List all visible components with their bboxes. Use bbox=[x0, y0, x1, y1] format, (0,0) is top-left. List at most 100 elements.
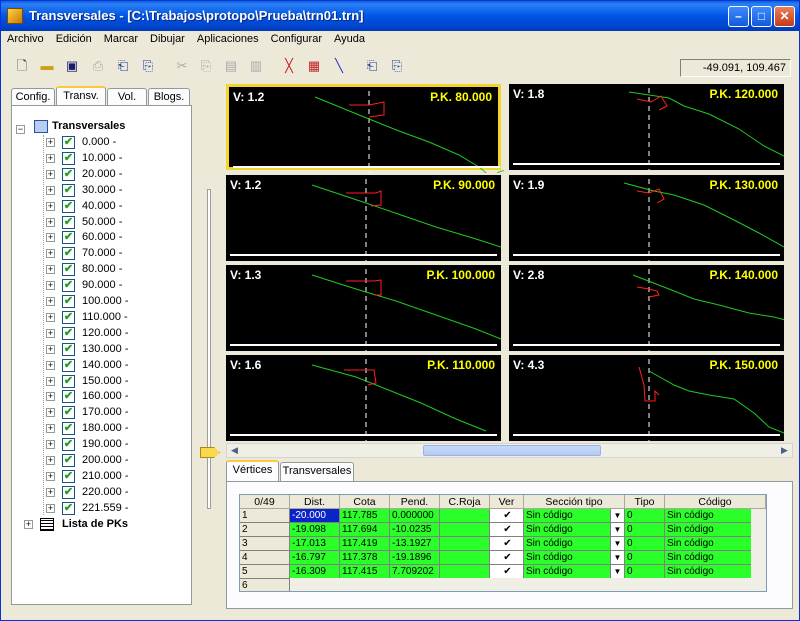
scroll-left-icon[interactable]: ◀ bbox=[227, 444, 242, 457]
row-number[interactable]: 3 bbox=[240, 537, 290, 551]
checkbox[interactable]: ✔ bbox=[62, 438, 75, 452]
expand-icon[interactable]: + bbox=[46, 424, 55, 434]
checkbox[interactable]: ✔ bbox=[62, 263, 75, 277]
grid-cell-tipo[interactable]: 0 bbox=[625, 509, 665, 523]
grid-cell-ver[interactable]: ✔ bbox=[490, 509, 524, 523]
chevron-down-icon[interactable]: ▼ bbox=[610, 509, 624, 522]
checkbox[interactable]: ✔ bbox=[62, 469, 75, 483]
checkbox[interactable]: ✔ bbox=[62, 279, 75, 293]
grid-cell-ver[interactable]: ✔ bbox=[490, 537, 524, 551]
grid-cell-croja[interactable] bbox=[440, 523, 490, 537]
collapse-icon[interactable]: − bbox=[16, 125, 25, 134]
grid-cell-tipo[interactable]: 0 bbox=[625, 537, 665, 551]
tree-item[interactable]: + ✔ 180.000 - bbox=[46, 421, 186, 437]
grid-cell-seccion[interactable]: Sin código ▼ bbox=[524, 537, 625, 551]
tree-item[interactable]: + ✔ 90.000 - bbox=[46, 278, 186, 294]
expand-icon[interactable]: + bbox=[46, 169, 55, 179]
tree-item[interactable]: + ✔ 80.000 - bbox=[46, 262, 186, 278]
tree-item[interactable]: + ✔ 200.000 - bbox=[46, 453, 186, 469]
grid-cell-ver[interactable]: ✔ bbox=[490, 565, 524, 579]
grid-cell-dist[interactable]: -16.797 bbox=[290, 551, 340, 565]
cross-section-plot[interactable]: V: 1.2 P.K. 80.000 bbox=[226, 84, 504, 173]
copy-icon[interactable]: ⎘ bbox=[197, 57, 215, 75]
checkbox[interactable]: ✔ bbox=[62, 454, 75, 467]
tree-item[interactable]: + ✔ 190.000 - bbox=[46, 437, 186, 453]
checkbox[interactable]: ✔ bbox=[62, 310, 75, 324]
menu-dibujar[interactable]: Dibujar bbox=[144, 31, 191, 47]
grid-cell-tipo[interactable]: 0 bbox=[625, 523, 665, 537]
tree-item[interactable]: + ✔ 170.000 - bbox=[46, 405, 186, 421]
tree-item[interactable]: + ✔ 140.000 - bbox=[46, 358, 186, 374]
page-prev-icon[interactable]: ⎗ bbox=[363, 57, 381, 75]
menu-ayuda[interactable]: Ayuda bbox=[328, 31, 371, 47]
chevron-down-icon[interactable]: ▼ bbox=[610, 523, 624, 536]
grid-cell-pend[interactable]: -19.1896 bbox=[390, 551, 440, 565]
grid-cell-dist[interactable]: -20.000 bbox=[290, 509, 340, 523]
row-number[interactable]: 2 bbox=[240, 523, 290, 537]
measure-icon[interactable]: ╲ bbox=[330, 57, 348, 75]
checkbox[interactable]: ✔ bbox=[62, 422, 75, 436]
row-number[interactable]: 1 bbox=[240, 509, 290, 523]
tree-item[interactable]: + ✔ 221.559 - bbox=[46, 501, 186, 517]
tab-vol[interactable]: Vol. bbox=[107, 88, 147, 106]
expand-icon[interactable]: + bbox=[46, 440, 55, 450]
grid-cell-tipo[interactable]: 0 bbox=[625, 551, 665, 565]
checkbox[interactable]: ✔ bbox=[62, 183, 75, 197]
checkbox[interactable]: ✔ bbox=[62, 358, 75, 372]
menu-marcar[interactable]: Marcar bbox=[98, 31, 144, 47]
checkbox[interactable]: ✔ bbox=[62, 501, 75, 515]
title-bar[interactable]: Transversales - [C:\Trabajos\protopo\Pru… bbox=[1, 1, 799, 31]
checkbox[interactable]: ✔ bbox=[62, 390, 75, 404]
tab-transv[interactable]: Transv. bbox=[56, 86, 106, 107]
tree-item[interactable]: + ✔ 100.000 - bbox=[46, 294, 186, 310]
expand-icon[interactable]: + bbox=[46, 233, 55, 243]
expand-icon[interactable]: + bbox=[46, 376, 55, 386]
grid-cell-cota[interactable]: 117.415 bbox=[340, 565, 390, 579]
column-header[interactable]: Tipo bbox=[625, 495, 665, 509]
grid-cell-seccion[interactable]: Sin código ▼ bbox=[524, 551, 625, 565]
expand-icon[interactable]: + bbox=[46, 249, 55, 259]
tree-root[interactable]: Transversales bbox=[30, 119, 190, 135]
cross-section-plot[interactable]: V: 4.3 P.K. 150.000 bbox=[509, 355, 784, 441]
expand-icon[interactable]: + bbox=[46, 217, 55, 227]
tree-item[interactable]: + ✔ 70.000 - bbox=[46, 246, 186, 262]
tab-config[interactable]: Config. bbox=[11, 88, 55, 106]
menu-aplicaciones[interactable]: Aplicaciones bbox=[191, 31, 265, 47]
grid-cell-seccion[interactable]: Sin código ▼ bbox=[524, 523, 625, 537]
scroll-right-icon[interactable]: ▶ bbox=[777, 444, 792, 457]
tree-pk-list[interactable]: + Lista de PKs bbox=[24, 517, 184, 533]
vertical-scale-slider[interactable] bbox=[200, 183, 222, 513]
tree-item[interactable]: + ✔ 120.000 - bbox=[46, 326, 186, 342]
slider-thumb[interactable] bbox=[200, 447, 220, 458]
column-header[interactable]: Sección tipo bbox=[524, 495, 625, 509]
expand-icon[interactable]: + bbox=[46, 153, 55, 163]
grid-cell-ver[interactable]: ✔ bbox=[490, 523, 524, 537]
grid-cell-croja[interactable] bbox=[440, 551, 490, 565]
cut-icon[interactable]: ✂ bbox=[173, 57, 191, 75]
expand-icon[interactable]: + bbox=[46, 408, 55, 418]
cross-section-plot[interactable]: V: 1.8 P.K. 120.000 bbox=[509, 84, 784, 170]
new-file-icon[interactable]: 🗋 bbox=[13, 57, 31, 75]
tree-item[interactable]: + ✔ 220.000 - bbox=[46, 485, 186, 501]
grid-cell-pend[interactable]: 7.709202 bbox=[390, 565, 440, 579]
minimize-button[interactable]: – bbox=[728, 6, 749, 27]
print-icon[interactable]: ⎙ bbox=[89, 57, 107, 75]
grid-cell-cota[interactable]: 117.419 bbox=[340, 537, 390, 551]
checkbox[interactable]: ✔ bbox=[62, 374, 75, 388]
expand-icon[interactable]: + bbox=[46, 360, 55, 370]
tree-item[interactable]: + ✔ 60.000 - bbox=[46, 230, 186, 246]
grid-cell-pend[interactable]: 0.000000 bbox=[390, 509, 440, 523]
page-next-icon[interactable]: ⎘ bbox=[388, 57, 406, 75]
grid-cell-seccion[interactable]: Sin código ▼ bbox=[524, 565, 625, 579]
checkbox[interactable]: ✔ bbox=[62, 295, 75, 308]
paste-special-icon[interactable]: ▥ bbox=[247, 57, 265, 75]
checkbox[interactable]: ✔ bbox=[62, 199, 75, 213]
expand-icon[interactable]: + bbox=[46, 185, 55, 195]
grid-cell-pend[interactable]: -13.1927 bbox=[390, 537, 440, 551]
checkbox[interactable]: ✔ bbox=[62, 215, 75, 229]
cross-section-plot[interactable]: V: 1.2 P.K. 90.000 bbox=[226, 175, 501, 261]
column-header[interactable]: Código bbox=[665, 495, 766, 509]
checkbox[interactable]: ✔ bbox=[62, 167, 75, 181]
tree-item[interactable]: + ✔ 160.000 - bbox=[46, 389, 186, 405]
grid-horizontal-scrollbar[interactable] bbox=[290, 578, 766, 591]
